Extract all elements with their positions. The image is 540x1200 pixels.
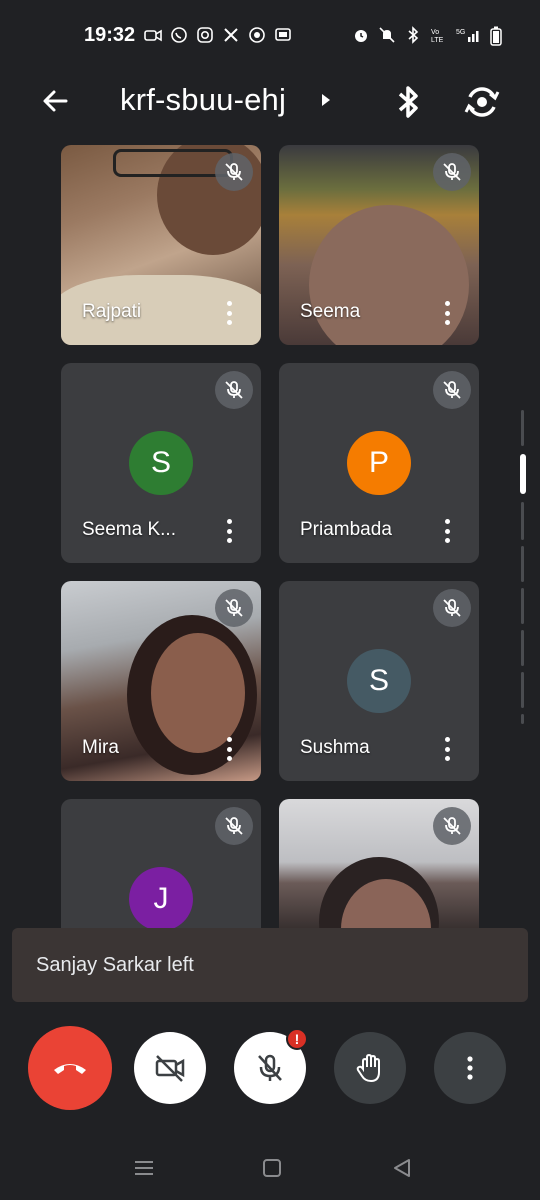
menu-lines-icon: [135, 1161, 153, 1175]
avatar: S: [347, 649, 411, 713]
more-options-button[interactable]: [434, 1032, 506, 1104]
flip-camera-icon: [464, 87, 500, 117]
mic-off-icon: [225, 163, 243, 181]
participant-options-button[interactable]: [221, 297, 237, 329]
back-nav-button[interactable]: [390, 1156, 414, 1180]
participant-tile[interactable]: Mira: [61, 581, 261, 781]
mic-off-icon: [225, 817, 243, 835]
participant-options-button[interactable]: [439, 515, 455, 547]
participant-options-button[interactable]: [221, 733, 237, 765]
avatar: P: [347, 431, 411, 495]
participant-options-button[interactable]: [439, 733, 455, 765]
system-navigation-bar: [0, 1140, 540, 1200]
muted-indicator: [215, 589, 253, 627]
mic-off-icon: [225, 381, 243, 399]
participant-options-button[interactable]: [439, 297, 455, 329]
home-square-icon: [263, 1159, 281, 1177]
camera-toggle-button[interactable]: [134, 1032, 206, 1104]
meeting-top-bar: krf-sbuu-ehj: [0, 72, 540, 132]
instagram-icon: [196, 26, 214, 44]
participant-name: Rajpati: [82, 301, 142, 322]
participant-tile[interactable]: Rajpati: [61, 145, 261, 345]
back-button[interactable]: [36, 82, 76, 122]
battery-icon: [490, 26, 502, 46]
avatar: J: [129, 867, 193, 931]
participant-tile[interactable]: Seema: [279, 145, 479, 345]
chrome-icon: [248, 26, 266, 44]
x-icon: [222, 26, 240, 44]
arrow-back-icon: [43, 90, 68, 112]
status-bar: 19:32 Vo LTE 5G: [0, 0, 540, 72]
status-time: 19:32: [84, 24, 136, 46]
home-button[interactable]: [260, 1156, 284, 1180]
audio-output-button[interactable]: [388, 80, 428, 124]
participant-tile[interactable]: J: [61, 799, 261, 939]
whatsapp-icon: [170, 26, 188, 44]
meeting-info-caret-icon[interactable]: [320, 92, 332, 113]
participant-name: Seema: [300, 301, 361, 322]
participant-name: Sushma: [300, 737, 370, 758]
scrollbar-thumb[interactable]: [520, 454, 526, 494]
mute-icon: [378, 26, 396, 44]
svg-text:5G: 5G: [456, 29, 465, 36]
cast-icon: [274, 26, 292, 44]
raise-hand-icon: [356, 1053, 380, 1083]
more-vert-icon: [467, 1056, 473, 1080]
mic-off-icon: [443, 599, 461, 617]
meeting-code[interactable]: krf-sbuu-ehj: [120, 82, 286, 118]
video-icon: [144, 26, 162, 44]
avatar: S: [129, 431, 193, 495]
muted-indicator: [433, 371, 471, 409]
mic-alert-badge: !: [286, 1028, 308, 1050]
muted-indicator: [215, 153, 253, 191]
muted-indicator: [215, 371, 253, 409]
participant-tile[interactable]: S Sushma: [279, 581, 479, 781]
microphone-toggle-button[interactable]: !: [234, 1028, 308, 1104]
system-icons: Vo LTE 5G: [352, 26, 502, 46]
muted-indicator: [433, 153, 471, 191]
mic-off-icon: [443, 817, 461, 835]
notification-icons: [144, 26, 292, 44]
participant-tile[interactable]: P Priambada: [279, 363, 479, 563]
participant-tile[interactable]: [279, 799, 479, 939]
videocam-off-icon: [155, 1055, 185, 1082]
back-triangle-icon: [394, 1159, 410, 1177]
bluetooth-icon: [404, 26, 422, 44]
participant-tile[interactable]: S Seema K...: [61, 363, 261, 563]
mic-off-icon: [443, 163, 461, 181]
participant-options-button[interactable]: [221, 515, 237, 547]
raise-hand-button[interactable]: [334, 1032, 406, 1104]
mic-off-icon: [258, 1054, 282, 1081]
end-call-button[interactable]: [28, 1026, 112, 1110]
participant-scrollbar[interactable]: [520, 410, 526, 724]
svg-text:LTE: LTE: [431, 37, 444, 44]
participant-name: Mira: [82, 737, 119, 758]
svg-text:Vo: Vo: [431, 29, 439, 36]
muted-indicator: [433, 589, 471, 627]
toast-message: Sanjay Sarkar left: [36, 954, 194, 976]
switch-camera-button[interactable]: [460, 80, 504, 124]
recent-apps-button[interactable]: [132, 1156, 156, 1180]
participant-name: Seema K...: [82, 519, 176, 540]
5g-signal-icon: 5G: [456, 26, 482, 44]
alarm-icon: [352, 26, 370, 44]
phone-hangup-icon: [54, 1064, 86, 1074]
mic-off-icon: [443, 381, 461, 399]
participant-name: Priambada: [300, 519, 392, 540]
muted-indicator: [215, 807, 253, 845]
volte-icon: Vo LTE: [430, 26, 448, 44]
muted-indicator: [433, 807, 471, 845]
notification-toast: Sanjay Sarkar left: [12, 928, 528, 1002]
mic-off-icon: [225, 599, 243, 617]
bluetooth-audio-icon: [398, 86, 418, 118]
